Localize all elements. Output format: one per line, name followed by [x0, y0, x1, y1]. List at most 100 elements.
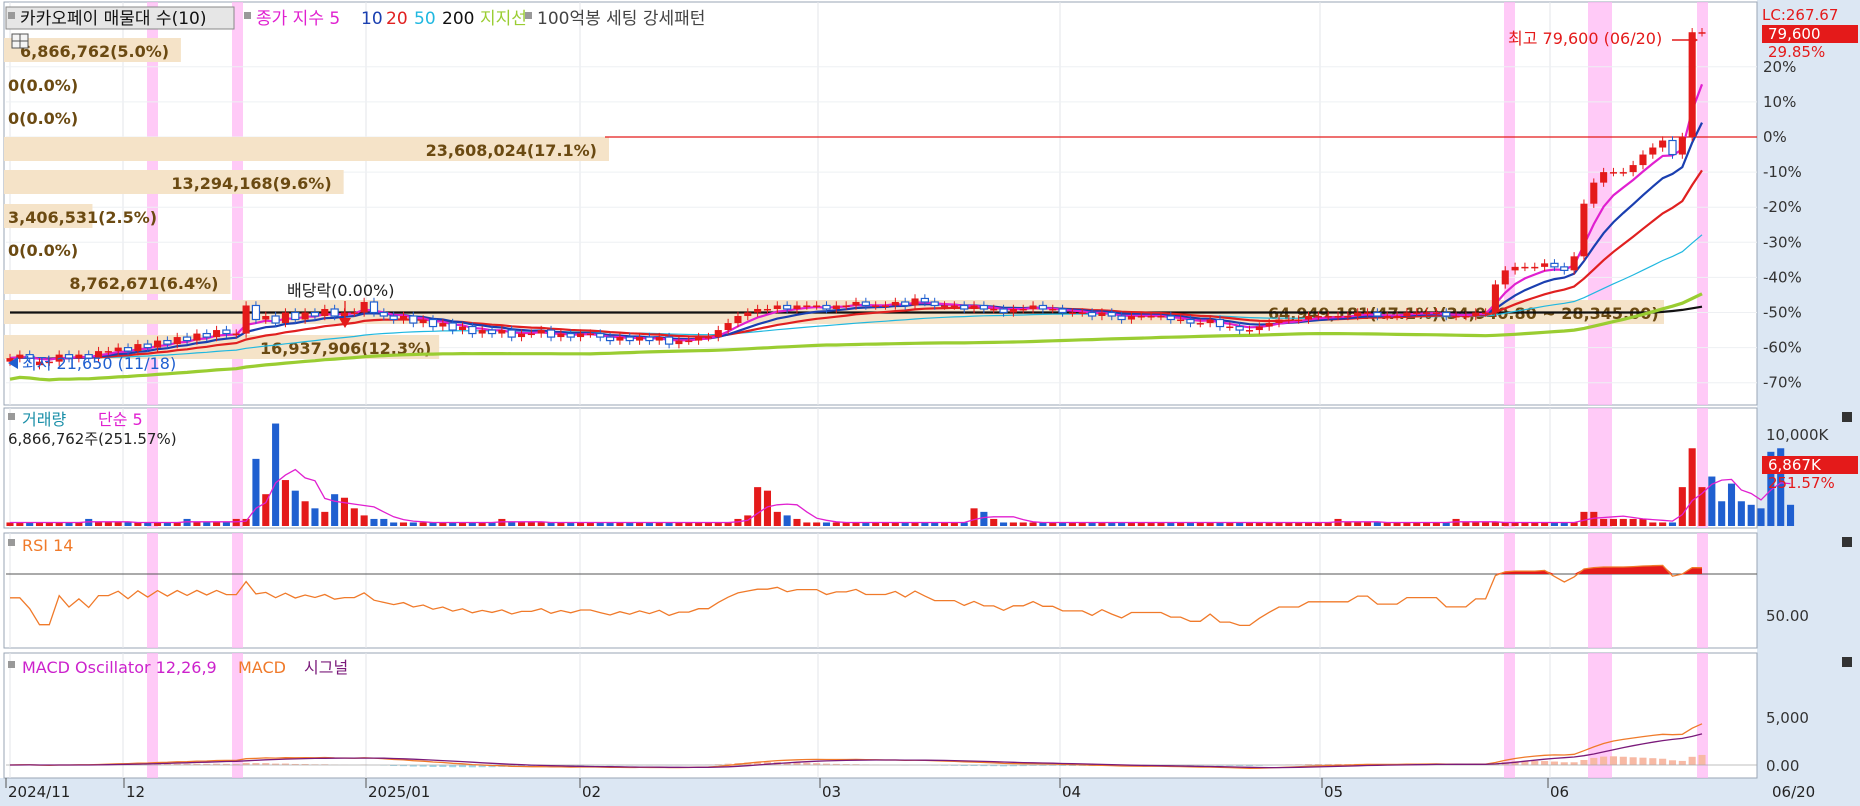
volume-bar-139	[1373, 522, 1381, 526]
candle-109	[1078, 312, 1086, 314]
candle-35	[350, 312, 358, 314]
candle-139	[1373, 311, 1382, 317]
candle-138	[1363, 312, 1372, 314]
candle-52	[517, 333, 526, 338]
volume-bar-27	[272, 423, 280, 526]
macd-osc-bar-155	[1531, 760, 1539, 765]
candle-51	[507, 329, 516, 338]
macd-osc-bar-164	[1619, 756, 1627, 765]
candle-120	[1186, 318, 1195, 324]
macd-axis-label-1: 0.00	[1766, 757, 1799, 775]
volume-bar-83	[822, 522, 831, 526]
legend-item-4: 200	[442, 9, 474, 29]
candle-62	[616, 337, 624, 341]
candle-113	[1117, 315, 1126, 321]
candle-166	[1639, 154, 1647, 166]
candle-59	[586, 333, 594, 336]
candle-31	[310, 311, 320, 317]
volume-bar-162	[1600, 518, 1608, 526]
candle-48	[478, 330, 486, 334]
candle-70	[695, 337, 703, 341]
volume-bar-76	[754, 487, 762, 526]
candle-27	[271, 315, 280, 324]
candle-36	[360, 301, 368, 313]
volume-bar-51	[508, 522, 516, 526]
candle-40	[399, 316, 408, 320]
candle-76	[754, 308, 762, 313]
x-tick-label-7: 06	[1550, 783, 1569, 801]
volume-bar-177	[1747, 504, 1755, 526]
price-tick-6: -40%	[1763, 268, 1802, 286]
volume-bar-25	[252, 458, 260, 526]
volume-bar-137	[1354, 522, 1362, 526]
candle-111	[1098, 312, 1106, 317]
candle-14	[143, 343, 152, 349]
volume-bar-168	[1659, 522, 1667, 526]
candle-84	[832, 305, 840, 309]
price-badge: 79,600	[1768, 25, 1821, 43]
candle-56	[557, 333, 565, 338]
candle-147	[1452, 316, 1460, 318]
volume-bar-102	[1009, 522, 1017, 526]
candle-148	[1462, 316, 1470, 318]
candle-92	[911, 298, 919, 306]
candle-162	[1600, 172, 1608, 183]
candle-60	[596, 332, 605, 338]
stock-chart[interactable]: 20%10%0%-10%-20%-30%-40%-50%-60%-70%6,86…	[0, 0, 1860, 806]
candle-129	[1275, 319, 1283, 324]
candle-11	[114, 347, 122, 352]
panel-frame-2	[3, 532, 1758, 649]
candle-17	[173, 337, 181, 345]
candle-131	[1295, 319, 1303, 322]
macd-signal-label: 시그널	[304, 658, 348, 677]
volume-info: 6,866,762주(251.57%)	[8, 430, 177, 448]
candle-140	[1383, 316, 1391, 318]
candle-89	[881, 305, 890, 307]
candle-172	[1698, 32, 1706, 34]
candle-146	[1442, 311, 1451, 317]
candle-97	[960, 304, 969, 310]
candle-37	[369, 301, 379, 314]
candle-117	[1157, 316, 1165, 318]
candle-171	[1688, 32, 1696, 137]
candle-21	[213, 330, 221, 338]
candle-71	[704, 337, 712, 339]
candle-108	[1068, 312, 1076, 314]
volume-bar-21	[213, 522, 221, 526]
volume-bar-41	[409, 522, 417, 526]
volume-bar-174	[1718, 501, 1726, 526]
volume-bar-22	[222, 522, 230, 526]
volume-bar-37	[370, 518, 378, 526]
volume-bar-12	[124, 522, 132, 526]
volume-bar-104	[1029, 522, 1037, 526]
panel-close-icon-1	[1842, 537, 1852, 547]
volume-bar-36	[360, 515, 368, 526]
x-tick-label-4: 03	[822, 783, 841, 801]
volume-badge-value: 6,867K	[1768, 456, 1822, 474]
candle-43	[428, 318, 438, 328]
candle-30	[301, 312, 309, 320]
candle-22	[222, 329, 231, 335]
candle-78	[773, 305, 781, 309]
highlight-column-1-1	[232, 408, 243, 528]
x-tick-label-3: 02	[582, 783, 601, 801]
highlight-column-4-2	[1697, 533, 1708, 648]
candle-130	[1285, 319, 1293, 322]
macd-title: MACD Oscillator 12,26,9	[22, 658, 217, 677]
candle-153	[1511, 266, 1519, 271]
volume-bar-42	[419, 522, 427, 526]
x-tick-label-5: 04	[1062, 783, 1081, 801]
volume-bar-150	[1482, 522, 1490, 526]
volume-bar-165	[1629, 518, 1637, 526]
candle-58	[577, 333, 585, 338]
volume-bar-28	[281, 480, 289, 526]
candle-170	[1678, 137, 1686, 155]
candle-112	[1107, 311, 1116, 317]
candle-158	[1560, 266, 1569, 271]
candle-57	[566, 332, 575, 338]
candle-165	[1629, 165, 1637, 173]
x-axis-area	[0, 778, 1860, 806]
candle-168	[1659, 140, 1667, 148]
panel-close-icon-2	[1842, 657, 1852, 667]
candle-18	[182, 336, 192, 342]
